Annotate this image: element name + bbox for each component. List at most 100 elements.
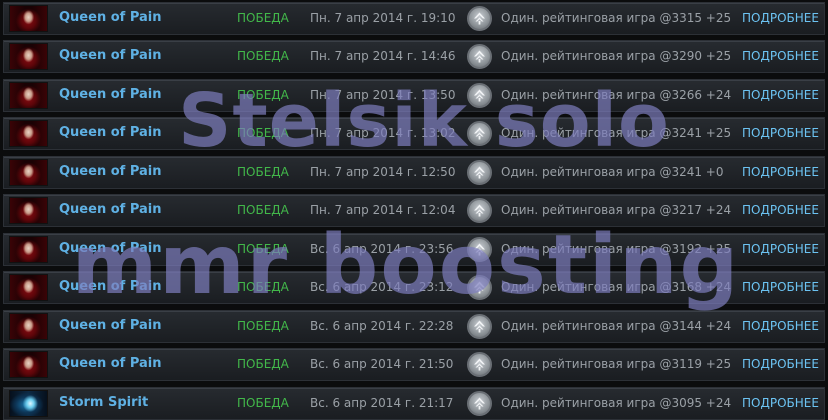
hero-name[interactable]: Queen of Pain bbox=[59, 356, 162, 371]
match-date: Вс. 6 апр 2014 г. 21:17 bbox=[310, 396, 454, 410]
match-row[interactable]: Queen of Pain ПОБЕДА Вс. 6 апр 2014 г. 2… bbox=[3, 310, 825, 343]
match-date: Пн. 7 апр 2014 г. 13:50 bbox=[310, 88, 456, 102]
details-link[interactable]: ПОДРОБНЕЕ bbox=[742, 396, 819, 410]
match-result: ПОБЕДА bbox=[237, 203, 289, 217]
match-type: Один. рейтинговая игра @3290 +25 bbox=[501, 49, 732, 63]
ranked-mode-icon-glyph bbox=[474, 397, 485, 410]
ranked-mode-icon bbox=[467, 275, 492, 300]
match-date: Вс. 6 апр 2014 г. 21:50 bbox=[310, 357, 454, 371]
match-row[interactable]: Queen of Pain ПОБЕДА Вс. 6 апр 2014 г. 2… bbox=[3, 233, 825, 266]
hero-name[interactable]: Queen of Pain bbox=[59, 10, 162, 25]
ranked-mode-icon-glyph bbox=[474, 243, 485, 256]
match-row[interactable]: Queen of Pain ПОБЕДА Пн. 7 апр 2014 г. 1… bbox=[3, 40, 825, 73]
match-result: ПОБЕДА bbox=[237, 11, 289, 25]
match-result: ПОБЕДА bbox=[237, 126, 289, 140]
details-link[interactable]: ПОДРОБНЕЕ bbox=[742, 88, 819, 102]
details-link[interactable]: ПОДРОБНЕЕ bbox=[742, 242, 819, 256]
match-result: ПОБЕДА bbox=[237, 165, 289, 179]
match-result: ПОБЕДА bbox=[237, 242, 289, 256]
match-type: Один. рейтинговая игра @3217 +24 bbox=[501, 203, 732, 217]
details-link[interactable]: ПОДРОБНЕЕ bbox=[742, 203, 819, 217]
ranked-mode-icon bbox=[467, 314, 492, 339]
match-date: Вс. 6 апр 2014 г. 22:28 bbox=[310, 319, 454, 333]
match-date: Пн. 7 апр 2014 г. 12:50 bbox=[310, 165, 456, 179]
match-date: Пн. 7 апр 2014 г. 19:10 bbox=[310, 11, 456, 25]
ranked-mode-icon-glyph bbox=[474, 12, 485, 25]
hero-name[interactable]: Storm Spirit bbox=[59, 395, 148, 410]
ranked-mode-icon-glyph bbox=[474, 127, 485, 140]
hero-name[interactable]: Queen of Pain bbox=[59, 48, 162, 63]
hero-name[interactable]: Queen of Pain bbox=[59, 87, 162, 102]
hero-name[interactable]: Queen of Pain bbox=[59, 279, 162, 294]
match-type: Один. рейтинговая игра @3192 +25 bbox=[501, 242, 732, 256]
hero-portrait bbox=[9, 197, 48, 224]
match-date: Пн. 7 апр 2014 г. 14:46 bbox=[310, 49, 456, 63]
hero-portrait bbox=[9, 43, 48, 70]
match-history: Queen of Pain ПОБЕДА Пн. 7 апр 2014 г. 1… bbox=[0, 0, 828, 420]
hero-name[interactable]: Queen of Pain bbox=[59, 318, 162, 333]
hero-portrait bbox=[9, 120, 48, 147]
match-type: Один. рейтинговая игра @3315 +25 bbox=[501, 11, 732, 25]
ranked-mode-icon bbox=[467, 198, 492, 223]
details-link[interactable]: ПОДРОБНЕЕ bbox=[742, 319, 819, 333]
ranked-mode-icon bbox=[467, 237, 492, 262]
details-link[interactable]: ПОДРОБНЕЕ bbox=[742, 126, 819, 140]
match-result: ПОБЕДА bbox=[237, 280, 289, 294]
match-type: Один. рейтинговая игра @3144 +24 bbox=[501, 319, 732, 333]
match-type: Один. рейтинговая игра @3095 +24 bbox=[501, 396, 732, 410]
match-type: Один. рейтинговая игра @3266 +24 bbox=[501, 88, 732, 102]
ranked-mode-icon bbox=[467, 160, 492, 185]
hero-name[interactable]: Queen of Pain bbox=[59, 164, 162, 179]
match-type: Один. рейтинговая игра @3119 +25 bbox=[501, 357, 732, 371]
details-link[interactable]: ПОДРОБНЕЕ bbox=[742, 49, 819, 63]
hero-name[interactable]: Queen of Pain bbox=[59, 202, 162, 217]
ranked-mode-icon-glyph bbox=[474, 204, 485, 217]
details-link[interactable]: ПОДРОБНЕЕ bbox=[742, 357, 819, 371]
ranked-mode-icon bbox=[467, 121, 492, 146]
match-result: ПОБЕДА bbox=[237, 88, 289, 102]
match-type: Один. рейтинговая игра @3241 +0 bbox=[501, 165, 724, 179]
match-date: Вс. 6 апр 2014 г. 23:12 bbox=[310, 280, 454, 294]
match-type: Один. рейтинговая игра @3241 +25 bbox=[501, 126, 732, 140]
match-result: ПОБЕДА bbox=[237, 49, 289, 63]
match-row[interactable]: Queen of Pain ПОБЕДА Пн. 7 апр 2014 г. 1… bbox=[3, 156, 825, 189]
hero-portrait bbox=[9, 274, 48, 301]
match-date: Пн. 7 апр 2014 г. 12:04 bbox=[310, 203, 456, 217]
match-type: Один. рейтинговая игра @3168 +24 bbox=[501, 280, 732, 294]
hero-portrait bbox=[9, 390, 48, 417]
hero-portrait bbox=[9, 236, 48, 263]
hero-name[interactable]: Queen of Pain bbox=[59, 125, 162, 140]
match-row[interactable]: Queen of Pain ПОБЕДА Вс. 6 апр 2014 г. 2… bbox=[3, 348, 825, 381]
ranked-mode-icon bbox=[467, 83, 492, 108]
ranked-mode-icon-glyph bbox=[474, 166, 485, 179]
details-link[interactable]: ПОДРОБНЕЕ bbox=[742, 11, 819, 25]
ranked-mode-icon-glyph bbox=[474, 358, 485, 371]
ranked-mode-icon bbox=[467, 391, 492, 416]
ranked-mode-icon bbox=[467, 352, 492, 377]
match-row[interactable]: Queen of Pain ПОБЕДА Пн. 7 апр 2014 г. 1… bbox=[3, 2, 825, 35]
match-row[interactable]: Queen of Pain ПОБЕДА Пн. 7 апр 2014 г. 1… bbox=[3, 194, 825, 227]
hero-portrait bbox=[9, 159, 48, 186]
hero-portrait bbox=[9, 313, 48, 340]
ranked-mode-icon-glyph bbox=[474, 89, 485, 102]
match-row[interactable]: Queen of Pain ПОБЕДА Вс. 6 апр 2014 г. 2… bbox=[3, 271, 825, 304]
match-result: ПОБЕДА bbox=[237, 319, 289, 333]
hero-portrait bbox=[9, 5, 48, 32]
ranked-mode-icon bbox=[467, 6, 492, 31]
match-row[interactable]: Queen of Pain ПОБЕДА Пн. 7 апр 2014 г. 1… bbox=[3, 79, 825, 112]
match-result: ПОБЕДА bbox=[237, 396, 289, 410]
hero-portrait bbox=[9, 82, 48, 109]
ranked-mode-icon-glyph bbox=[474, 320, 485, 333]
ranked-mode-icon-glyph bbox=[474, 50, 485, 63]
details-link[interactable]: ПОДРОБНЕЕ bbox=[742, 165, 819, 179]
match-row[interactable]: Storm Spirit ПОБЕДА Вс. 6 апр 2014 г. 21… bbox=[3, 387, 825, 420]
match-date: Пн. 7 апр 2014 г. 13:02 bbox=[310, 126, 456, 140]
match-result: ПОБЕДА bbox=[237, 357, 289, 371]
details-link[interactable]: ПОДРОБНЕЕ bbox=[742, 280, 819, 294]
match-date: Вс. 6 апр 2014 г. 23:56 bbox=[310, 242, 454, 256]
hero-portrait bbox=[9, 351, 48, 378]
match-row[interactable]: Queen of Pain ПОБЕДА Пн. 7 апр 2014 г. 1… bbox=[3, 117, 825, 150]
hero-name[interactable]: Queen of Pain bbox=[59, 241, 162, 256]
ranked-mode-icon-glyph bbox=[474, 281, 485, 294]
ranked-mode-icon bbox=[467, 44, 492, 69]
